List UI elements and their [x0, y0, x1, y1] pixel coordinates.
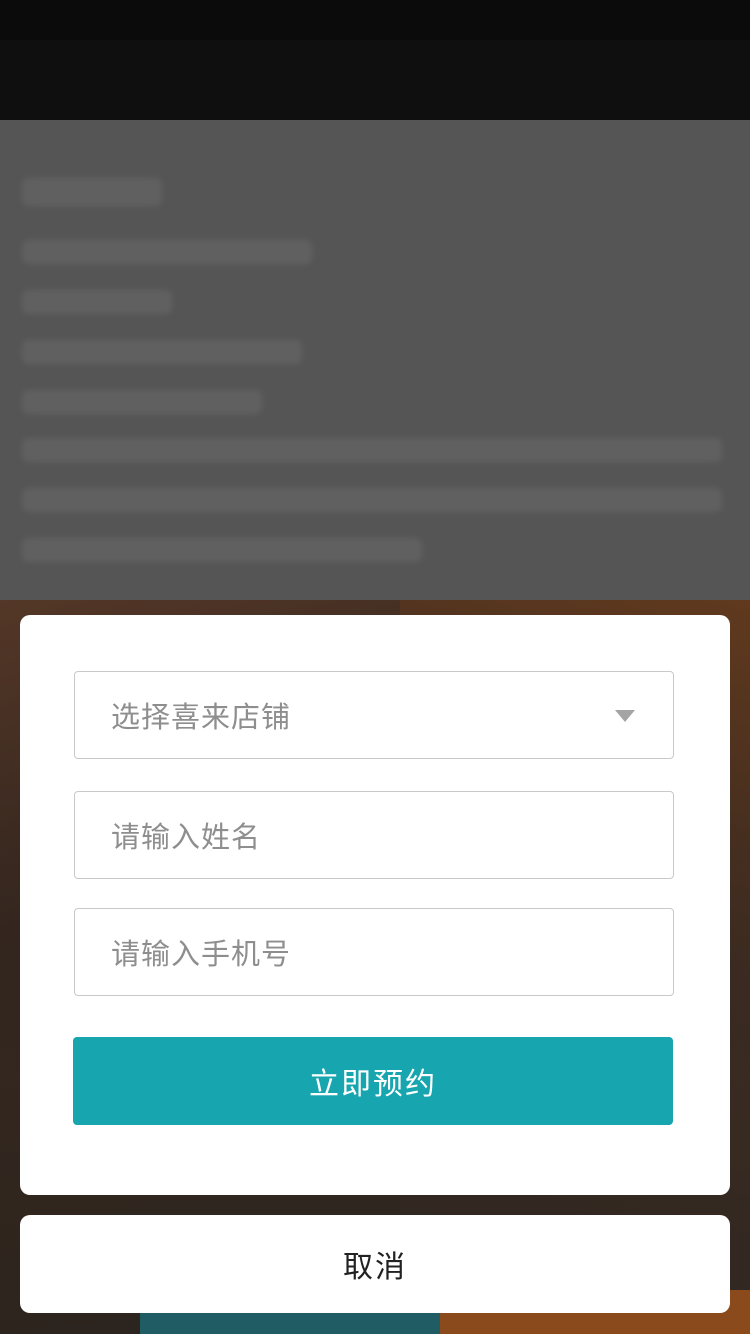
status-bar — [0, 0, 750, 40]
store-select[interactable]: 选择喜来店铺 — [74, 671, 674, 759]
booking-modal: 选择喜来店铺 请输入姓名 请输入手机号 立即预约 — [20, 615, 730, 1195]
phone-input-placeholder: 请输入手机号 — [111, 937, 292, 971]
phone-input[interactable]: 请输入手机号 — [74, 908, 674, 996]
book-now-button[interactable]: 立即预约 — [73, 1037, 673, 1125]
store-select-placeholder: 选择喜来店铺 — [111, 700, 292, 734]
background-content — [0, 120, 750, 610]
cancel-button[interactable]: 取消 — [20, 1215, 730, 1313]
chevron-down-icon[interactable] — [615, 710, 635, 722]
name-input-placeholder: 请输入姓名 — [111, 820, 262, 854]
nav-bar — [0, 40, 750, 130]
name-input[interactable]: 请输入姓名 — [74, 791, 674, 879]
